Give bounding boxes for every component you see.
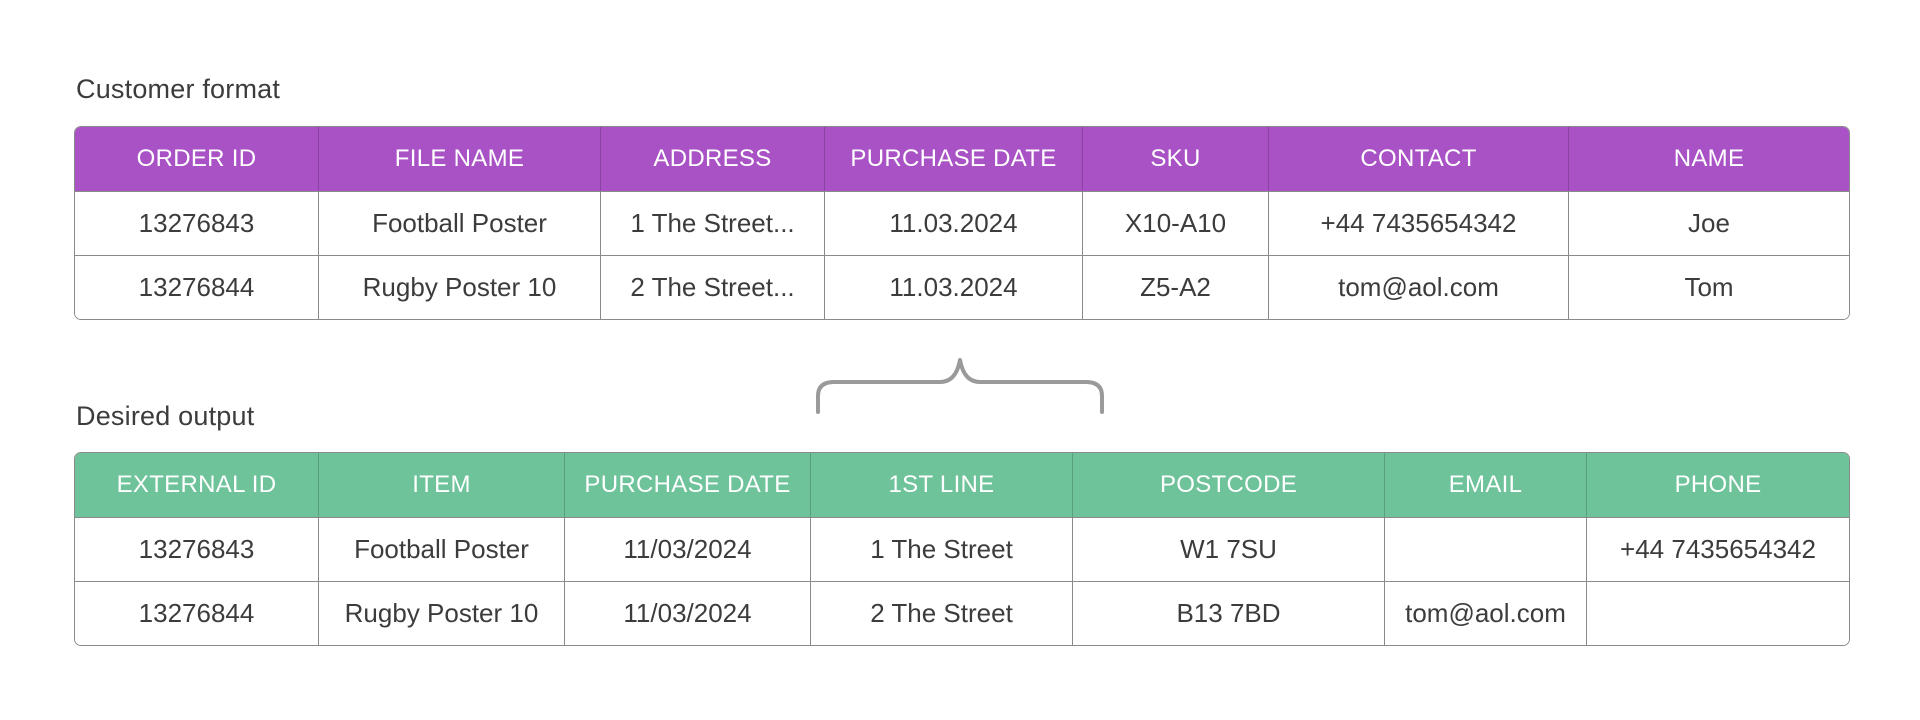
table-cell: +44 7435654342 [1269, 191, 1569, 255]
table-cell: +44 7435654342 [1587, 517, 1849, 581]
table-cell: W1 7SU [1073, 517, 1385, 581]
table-cell: 1 The Street [811, 517, 1073, 581]
table-cell: 13276843 [75, 517, 319, 581]
customer-format-table: ORDER ID FILE NAME ADDRESS PURCHASE DATE… [74, 126, 1850, 320]
table-cell: Tom [1569, 255, 1849, 319]
table-cell: B13 7BD [1073, 581, 1385, 645]
table-cell: 11.03.2024 [825, 255, 1083, 319]
column-header: EMAIL [1385, 453, 1587, 517]
table-cell: Z5-A2 [1083, 255, 1269, 319]
table-cell: 13276843 [75, 191, 319, 255]
table-cell: 1 The Street... [601, 191, 825, 255]
table-cell: 2 The Street... [601, 255, 825, 319]
desired-output-table: EXTERNAL ID ITEM PURCHASE DATE 1ST LINE … [74, 452, 1850, 646]
column-header: ITEM [319, 453, 565, 517]
column-header: 1ST LINE [811, 453, 1073, 517]
table-cell: tom@aol.com [1269, 255, 1569, 319]
column-header: PURCHASE DATE [565, 453, 811, 517]
column-header: NAME [1569, 127, 1849, 191]
table-cell: Joe [1569, 191, 1849, 255]
column-header: CONTACT [1269, 127, 1569, 191]
table-cell: Rugby Poster 10 [319, 581, 565, 645]
table-header-row: EXTERNAL ID ITEM PURCHASE DATE 1ST LINE … [75, 453, 1849, 517]
column-header: ORDER ID [75, 127, 319, 191]
column-header: SKU [1083, 127, 1269, 191]
table-cell: 2 The Street [811, 581, 1073, 645]
table-cell: Rugby Poster 10 [319, 255, 601, 319]
table-row: 13276844 Rugby Poster 10 2 The Street...… [75, 255, 1849, 319]
table-cell: 13276844 [75, 255, 319, 319]
column-header: EXTERNAL ID [75, 453, 319, 517]
table-cell: X10-A10 [1083, 191, 1269, 255]
table-cell: 13276844 [75, 581, 319, 645]
table-cell: tom@aol.com [1385, 581, 1587, 645]
desired-output-title: Desired output [76, 401, 255, 431]
table-cell: 11/03/2024 [565, 517, 811, 581]
table-cell: 11/03/2024 [565, 581, 811, 645]
table-row: 13276843 Football Poster 11/03/2024 1 Th… [75, 517, 1849, 581]
table-header-row: ORDER ID FILE NAME ADDRESS PURCHASE DATE… [75, 127, 1849, 191]
table-row: 13276844 Rugby Poster 10 11/03/2024 2 Th… [75, 581, 1849, 645]
column-header: PURCHASE DATE [825, 127, 1083, 191]
table-cell [1587, 581, 1849, 645]
table-cell: Football Poster [319, 191, 601, 255]
table-cell: Football Poster [319, 517, 565, 581]
customer-format-title: Customer format [76, 74, 281, 104]
table-cell [1385, 517, 1587, 581]
column-header: POSTCODE [1073, 453, 1385, 517]
curly-brace-icon [816, 358, 1104, 414]
table-row: 13276843 Football Poster 1 The Street...… [75, 191, 1849, 255]
column-header: FILE NAME [319, 127, 601, 191]
column-header: PHONE [1587, 453, 1849, 517]
column-header: ADDRESS [601, 127, 825, 191]
table-cell: 11.03.2024 [825, 191, 1083, 255]
diagram-canvas: Customer format ORDER ID FILE NAME ADDRE… [0, 0, 1920, 720]
